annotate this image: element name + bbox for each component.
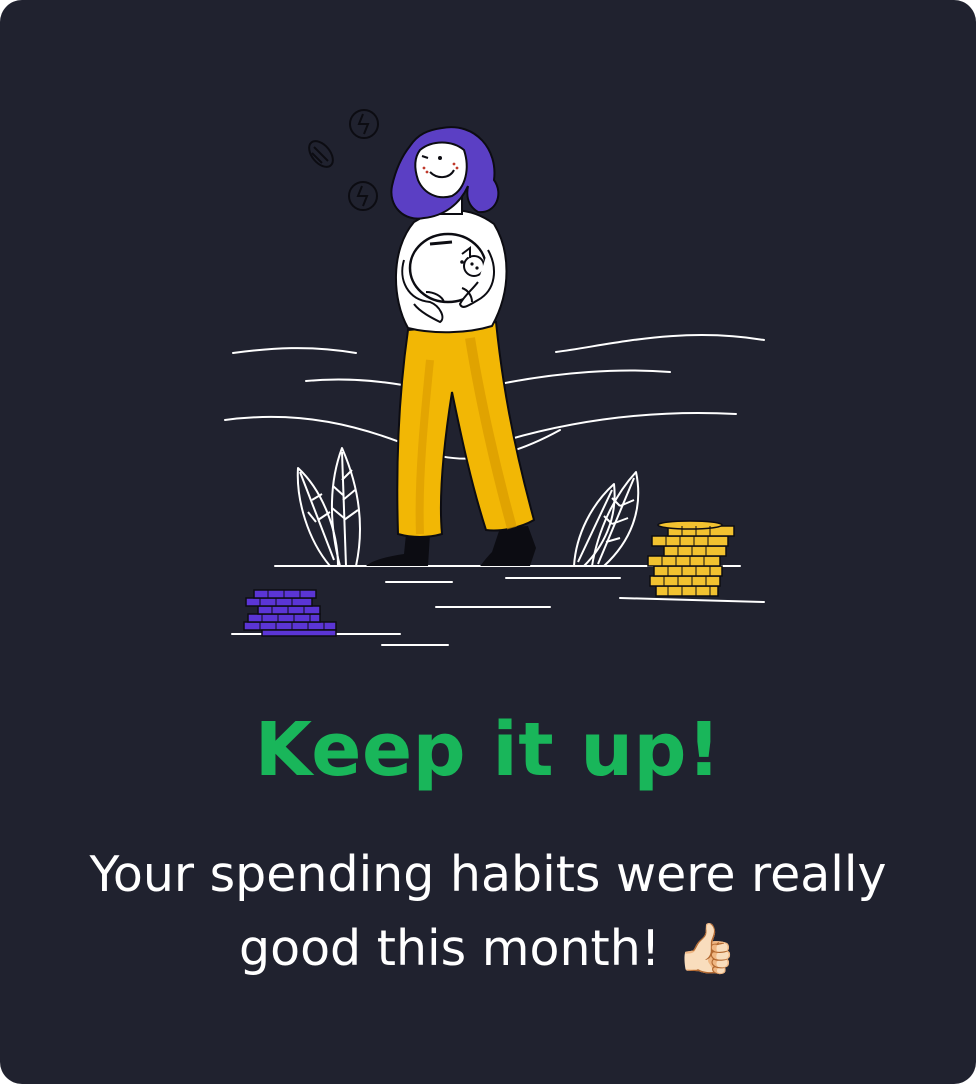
leaf-icon [296,447,361,567]
woman-figure [366,126,536,566]
leaf-icon [573,471,640,567]
floating-coin-icon [348,181,378,211]
feedback-card: Keep it up! Your spending habits were re… [0,0,976,1084]
coin-stack-icon [243,589,337,637]
headline: Keep it up! [254,707,722,793]
coin-stack-icon [647,520,735,597]
floating-coin-icon [308,140,334,168]
message-text: Your spending habits were really good th… [89,846,887,977]
floating-coin-icon [349,109,379,139]
savings-illustration [224,109,765,646]
